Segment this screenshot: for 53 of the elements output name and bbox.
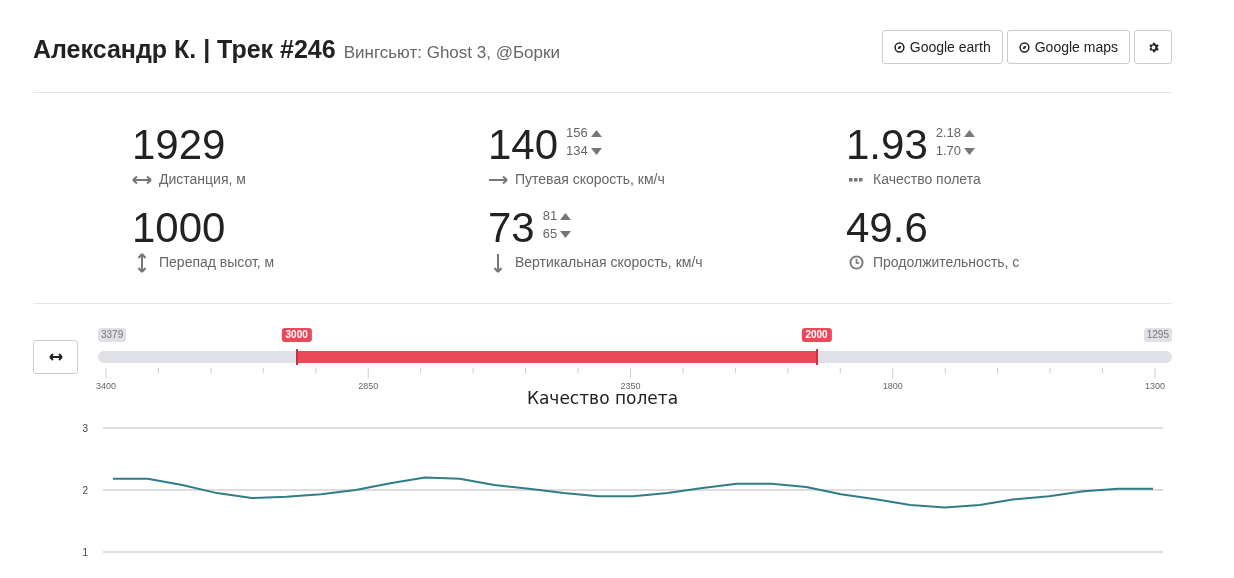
triangle-up-icon	[590, 129, 602, 137]
clock-icon	[848, 255, 864, 270]
vertical-arrow-icon	[137, 252, 147, 273]
compass-icon	[893, 41, 905, 53]
stat-label: Дистанция, м	[159, 170, 246, 189]
tick-label: 1300	[1145, 380, 1165, 393]
tick-label: 1800	[882, 380, 903, 393]
max-value: 81	[542, 207, 558, 225]
range-handle[interactable]	[815, 349, 818, 365]
stat-value: 1000	[132, 206, 226, 250]
settings-button[interactable]	[1134, 30, 1172, 64]
max-value: 2.18	[935, 124, 962, 142]
triangle-up-icon	[560, 212, 572, 220]
stat-value: 1.93	[846, 123, 928, 167]
axis-tick-label: 2	[82, 484, 88, 496]
min-value: 1.70	[935, 142, 962, 160]
arrow-right-icon	[488, 174, 508, 185]
min-value: 65	[542, 225, 558, 243]
min-value: 134	[566, 142, 588, 160]
triangle-down-icon	[964, 147, 976, 155]
swap-button[interactable]	[33, 340, 78, 374]
stat-value: 73	[488, 206, 535, 250]
double-arrow-icon	[48, 353, 63, 361]
link-button[interactable]: Google earth	[881, 30, 1003, 64]
max-value: 156	[566, 124, 588, 142]
axis-tick-label: 1	[82, 546, 88, 558]
stat-label: Путевая скорость, км/ч	[515, 170, 665, 189]
link-button[interactable]: Google maps	[1006, 30, 1130, 64]
axis-tick-label: 3	[82, 422, 88, 434]
stat-value: 140	[488, 123, 559, 167]
arrow-down-icon	[493, 252, 503, 273]
triangle-down-icon	[590, 147, 602, 155]
range-handle[interactable]	[295, 349, 298, 365]
stat-label: Вертикальная скорость, км/ч	[515, 253, 703, 272]
page-subtitle: Вингсьют: Ghost 3, @Борки	[343, 42, 560, 65]
tick-label: 2350	[620, 380, 641, 393]
page-title: Александр К. | Трек #246	[33, 34, 336, 66]
double-arrow-icon	[132, 174, 152, 185]
stat-label: Продолжительность, с	[873, 253, 1020, 272]
range-max-label: 1295	[1143, 328, 1172, 342]
triangle-down-icon	[560, 230, 572, 238]
range-min-label: 3379	[98, 328, 127, 342]
stat-value: 49.6	[846, 206, 928, 250]
dots-icon	[849, 176, 863, 183]
stat-label: Качество полета	[873, 170, 981, 189]
stat-label: Перепад высот, м	[159, 253, 275, 272]
triangle-up-icon	[964, 129, 976, 137]
handle-label: 3000	[281, 328, 312, 342]
handle-label: 2000	[801, 328, 832, 342]
stat-value: 1929	[132, 123, 226, 167]
compass-icon	[1018, 41, 1030, 53]
tick-label: 3400	[96, 380, 116, 393]
tick-label: 2850	[358, 380, 379, 393]
